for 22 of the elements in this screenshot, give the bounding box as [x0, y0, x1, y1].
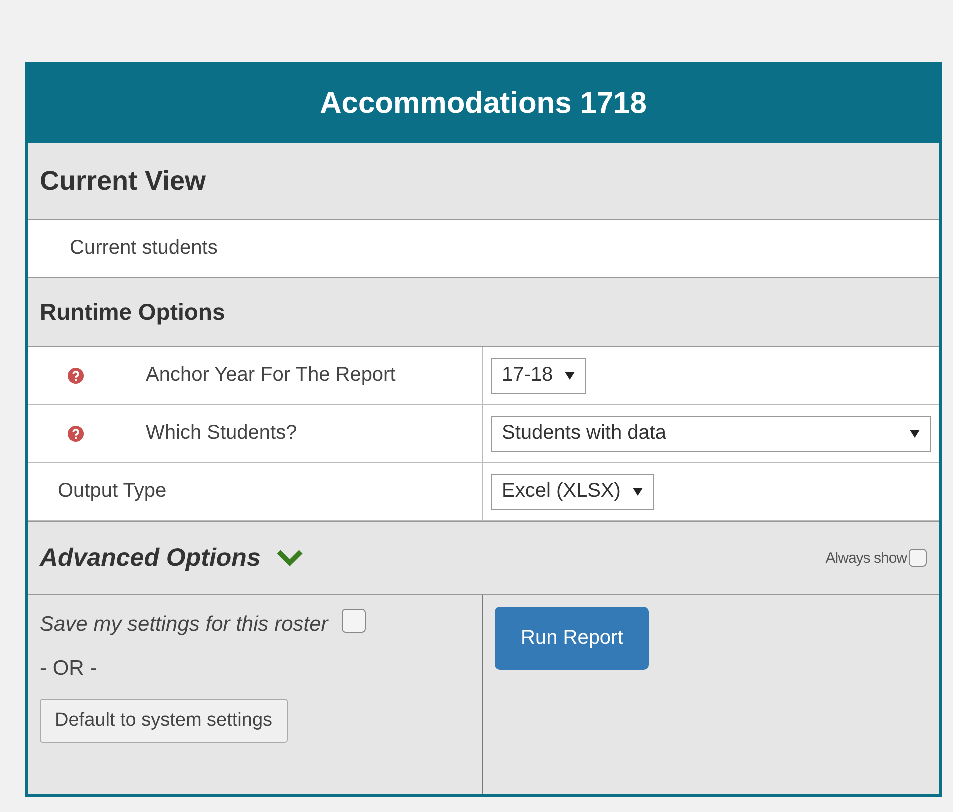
default-settings-button[interactable]: Default to system settings — [40, 699, 288, 743]
run-report-button[interactable]: Run Report — [495, 607, 650, 670]
section-heading: Advanced Options — [40, 544, 261, 572]
caret-icon — [910, 430, 920, 438]
panel-title: Accommodations 1718 — [28, 65, 939, 143]
chevron-down-icon[interactable] — [276, 549, 303, 567]
help-icon[interactable] — [68, 368, 84, 384]
checkbox[interactable] — [342, 609, 366, 633]
checkbox-label: Save my settings for this roster — [40, 613, 328, 637]
checkbox[interactable] — [909, 549, 927, 567]
separator-text: - OR - — [40, 657, 98, 681]
option-label: Anchor Year For The Report — [146, 364, 396, 387]
caret-icon — [632, 488, 643, 496]
option-label: Which Students? — [146, 422, 298, 445]
dropdown[interactable]: 17-18 — [491, 358, 586, 394]
current-view-text: Current students — [70, 237, 218, 260]
option-label: Output Type — [58, 480, 167, 503]
caret-icon — [565, 372, 576, 380]
help-icon[interactable] — [68, 426, 84, 442]
checkbox-label: Always show — [826, 550, 907, 566]
dropdown[interactable]: Students with data — [491, 416, 931, 452]
dropdown[interactable]: Excel (XLSX) — [491, 474, 654, 510]
